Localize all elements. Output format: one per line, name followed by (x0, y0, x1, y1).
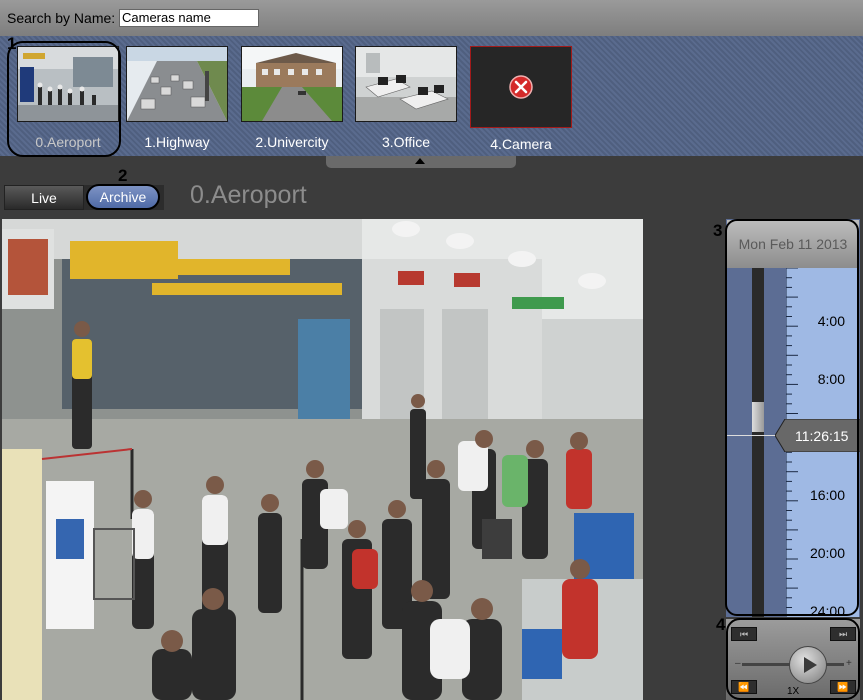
search-label: Search by Name: (7, 10, 116, 26)
video-view[interactable] (2, 219, 643, 700)
collapse-arrow-icon (415, 158, 425, 164)
timeline-highlight (725, 219, 859, 616)
camera-tile-3[interactable]: 3.Office (355, 46, 457, 150)
strip-collapse-handle[interactable] (326, 156, 516, 168)
camera-tile-4[interactable]: 4.Camera (470, 46, 572, 152)
callout-1: 1 (7, 34, 17, 53)
camera-label: 2.Univercity (255, 134, 329, 150)
camera-thumbnail-error[interactable] (470, 46, 572, 128)
callout-2: 2 (118, 166, 128, 185)
camera-tile-1[interactable]: 1.Highway (126, 46, 228, 150)
camera-thumbnail-highway[interactable] (126, 46, 228, 122)
current-camera-title: 0.Aeroport (190, 181, 307, 209)
callout-3: 3 (713, 221, 723, 240)
camera-thumbnail-university[interactable] (241, 46, 343, 122)
search-input[interactable] (119, 9, 259, 27)
player-highlight (726, 618, 860, 700)
camera-label: 1.Highway (144, 134, 210, 150)
camera-label: 4.Camera (490, 136, 552, 152)
selected-camera-highlight (7, 41, 121, 157)
camera-label: 3.Office (382, 134, 430, 150)
live-button[interactable]: Live (4, 185, 84, 210)
callout-4: 4 (716, 615, 726, 634)
camera-tile-2[interactable]: 2.Univercity (241, 46, 343, 150)
archive-button[interactable]: Archive (86, 184, 160, 210)
camera-thumbnail-office[interactable] (355, 46, 457, 122)
camera-strip: 0.Aeroport 1.Highway 2.Univercity 3.Offi… (0, 36, 863, 156)
